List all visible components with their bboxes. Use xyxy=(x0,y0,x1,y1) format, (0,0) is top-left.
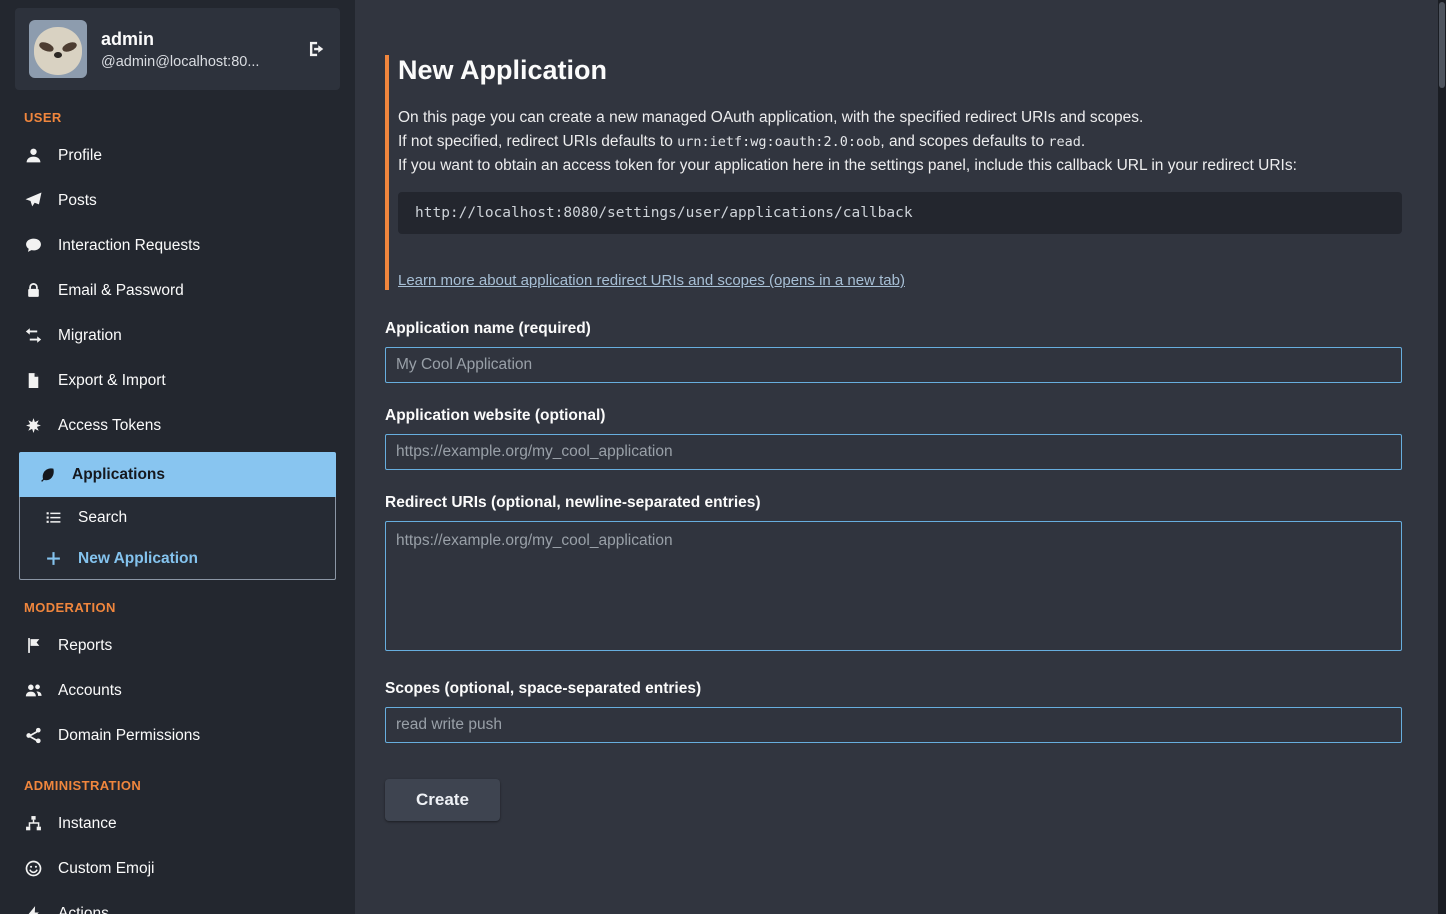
feather-icon xyxy=(38,466,57,483)
applications-submenu: Search New Application xyxy=(19,497,336,580)
sidebar-item-label: Access Tokens xyxy=(58,415,161,436)
scopes-label: Scopes (optional, space-separated entrie… xyxy=(385,680,1402,698)
file-export-icon xyxy=(24,372,43,389)
bolt-icon xyxy=(24,905,43,914)
redirect-uris-label: Redirect URIs (optional, newline-separat… xyxy=(385,494,1402,512)
sidebar-item-label: Export & Import xyxy=(58,370,166,391)
application-website-group: Application website (optional) xyxy=(385,407,1402,470)
sidebar-item-label: Email & Password xyxy=(58,280,184,301)
sidebar-item-label: Search xyxy=(78,507,127,528)
user-handle: @admin@localhost:80... xyxy=(101,54,293,70)
sidebar-section-user: USER xyxy=(24,110,340,125)
sign-out-icon xyxy=(307,38,326,60)
user-name: admin xyxy=(101,29,293,50)
sidebar-item-label: Applications xyxy=(72,464,165,485)
sidebar-item-domain-permissions[interactable]: Domain Permissions xyxy=(0,713,355,758)
certificate-icon xyxy=(24,417,43,434)
sidebar-item-email-password[interactable]: Email & Password xyxy=(0,268,355,313)
sidebar-item-label: Reports xyxy=(58,635,112,656)
intro-line-2: If not specified, redirect URIs defaults… xyxy=(398,130,1402,154)
user-icon xyxy=(24,147,43,164)
transfer-arrows-icon xyxy=(24,327,43,344)
inline-code-oob: urn:ietf:wg:oauth:2.0:oob xyxy=(677,134,880,150)
paper-plane-icon xyxy=(24,192,43,209)
sidebar-item-label: Actions xyxy=(58,903,109,914)
application-name-input[interactable] xyxy=(385,347,1402,383)
comment-icon xyxy=(24,237,43,254)
users-icon xyxy=(24,682,43,699)
sidebar: admin @admin@localhost:80... USER Profil… xyxy=(0,0,355,914)
scopes-input[interactable] xyxy=(385,707,1402,743)
user-card[interactable]: admin @admin@localhost:80... xyxy=(15,8,340,90)
plus-icon xyxy=(44,550,63,567)
sidebar-item-label: Profile xyxy=(58,145,102,166)
lock-icon xyxy=(24,282,43,299)
application-website-input[interactable] xyxy=(385,434,1402,470)
application-name-label: Application name (required) xyxy=(385,320,1402,338)
learn-more-link[interactable]: Learn more about application redirect UR… xyxy=(398,272,905,289)
sidebar-item-label: Migration xyxy=(58,325,122,346)
sidebar-item-migration[interactable]: Migration xyxy=(0,313,355,358)
scrollbar-track xyxy=(1438,0,1446,914)
sidebar-item-applications[interactable]: Applications xyxy=(19,452,336,497)
sidebar-item-posts[interactable]: Posts xyxy=(0,178,355,223)
intro-text: , and scopes defaults to xyxy=(880,133,1048,150)
new-application-form: Application name (required) Application … xyxy=(385,320,1402,821)
sidebar-item-label: Custom Emoji xyxy=(58,858,154,879)
sidebar-section-administration: ADMINISTRATION xyxy=(24,778,340,793)
sidebar-item-custom-emoji[interactable]: Custom Emoji xyxy=(0,846,355,891)
sidebar-section-moderation: MODERATION xyxy=(24,600,340,615)
redirect-uris-group: Redirect URIs (optional, newline-separat… xyxy=(385,494,1402,656)
sidebar-item-applications-search[interactable]: Search xyxy=(20,497,335,538)
intro-text: . xyxy=(1081,133,1085,150)
sidebar-item-label: Domain Permissions xyxy=(58,725,200,746)
sidebar-item-label: New Application xyxy=(78,548,198,569)
application-name-group: Application name (required) xyxy=(385,320,1402,383)
avatar xyxy=(29,20,87,78)
sidebar-item-label: Instance xyxy=(58,813,117,834)
sidebar-item-new-application[interactable]: New Application xyxy=(20,538,335,579)
avatar-face xyxy=(34,27,83,75)
user-info: admin @admin@localhost:80... xyxy=(101,29,293,70)
sidebar-item-label: Posts xyxy=(58,190,97,211)
avatar-nose xyxy=(54,52,62,58)
callback-url-code-block: http://localhost:8080/settings/user/appl… xyxy=(398,192,1402,234)
sidebar-item-reports[interactable]: Reports xyxy=(0,623,355,668)
sidebar-item-export-import[interactable]: Export & Import xyxy=(0,358,355,403)
sign-out-button[interactable] xyxy=(307,38,326,60)
sidebar-item-profile[interactable]: Profile xyxy=(0,133,355,178)
page-header: New Application On this page you can cre… xyxy=(385,55,1402,290)
application-website-label: Application website (optional) xyxy=(385,407,1402,425)
main-panel: New Application On this page you can cre… xyxy=(355,0,1446,914)
intro-line-1: On this page you can create a new manage… xyxy=(398,106,1402,130)
redirect-uris-textarea[interactable] xyxy=(385,521,1402,651)
flag-icon xyxy=(24,637,43,654)
sidebar-group-applications: Applications Search New Application xyxy=(19,452,336,580)
intro-text: If not specified, redirect URIs defaults… xyxy=(398,133,677,150)
sidebar-item-access-tokens[interactable]: Access Tokens xyxy=(0,403,355,448)
smiley-icon xyxy=(24,860,43,877)
intro-line-3: If you want to obtain an access token fo… xyxy=(398,154,1402,178)
share-nodes-icon xyxy=(24,727,43,744)
scopes-group: Scopes (optional, space-separated entrie… xyxy=(385,680,1402,743)
scrollbar-thumb[interactable] xyxy=(1439,2,1445,88)
sidebar-item-actions[interactable]: Actions xyxy=(0,891,355,914)
page-title: New Application xyxy=(398,55,1402,86)
sidebar-item-interaction-requests[interactable]: Interaction Requests xyxy=(0,223,355,268)
create-button[interactable]: Create xyxy=(385,779,500,821)
sidebar-item-instance[interactable]: Instance xyxy=(0,801,355,846)
list-icon xyxy=(44,509,63,526)
inline-code-read: read xyxy=(1048,134,1081,150)
sidebar-item-label: Interaction Requests xyxy=(58,235,200,256)
sidebar-item-label: Accounts xyxy=(58,680,122,701)
sitemap-icon xyxy=(24,815,43,832)
sidebar-item-accounts[interactable]: Accounts xyxy=(0,668,355,713)
